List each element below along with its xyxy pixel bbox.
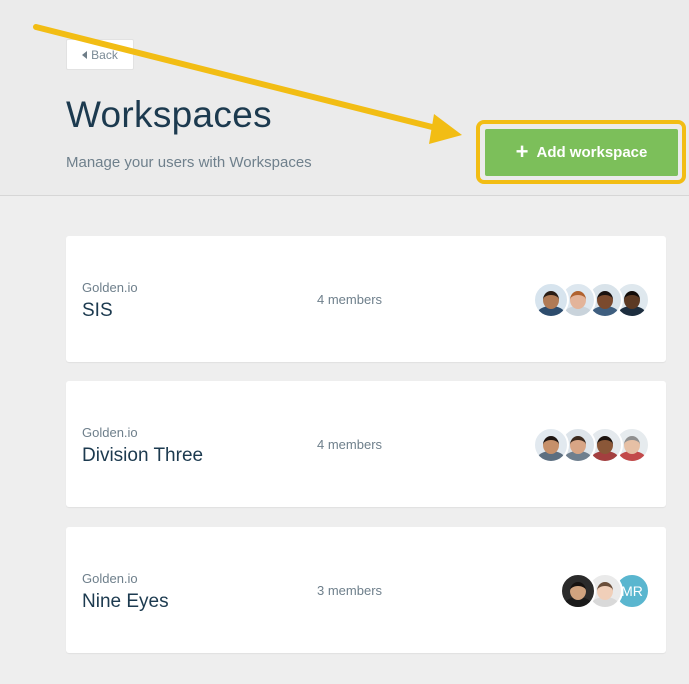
avatar-photo (533, 282, 569, 318)
caret-left-icon (82, 50, 88, 59)
workspace-card[interactable]: Golden.io Division Three 4 members (66, 381, 666, 507)
back-button[interactable]: Back (66, 39, 134, 70)
page-subtitle: Manage your users with Workspaces (66, 154, 312, 171)
workspace-member-count: 4 members (317, 292, 383, 307)
workspace-org: Golden.io (82, 280, 138, 295)
avatar-photo (560, 573, 596, 609)
workspace-org: Golden.io (82, 571, 138, 586)
add-workspace-button[interactable]: + Add workspace (485, 129, 678, 176)
page-title: Workspaces (66, 94, 272, 135)
add-workspace-label: Add workspace (536, 144, 648, 161)
workspace-member-count: 3 members (317, 583, 383, 598)
workspace-card[interactable]: Golden.io Nine Eyes 3 members MR (66, 527, 666, 653)
member-avatars: MR (560, 573, 650, 609)
workspace-card[interactable]: Golden.io SIS 4 members (66, 236, 666, 362)
member-avatars (533, 427, 650, 463)
workspace-name: SIS (82, 300, 113, 321)
workspace-name: Division Three (82, 445, 204, 466)
plus-icon: + (515, 138, 529, 164)
workspace-name: Nine Eyes (82, 591, 169, 612)
back-label: Back (91, 47, 118, 62)
workspace-org: Golden.io (82, 425, 138, 440)
workspace-member-count: 4 members (317, 437, 383, 452)
member-avatars (533, 282, 650, 318)
avatar-photo (533, 427, 569, 463)
